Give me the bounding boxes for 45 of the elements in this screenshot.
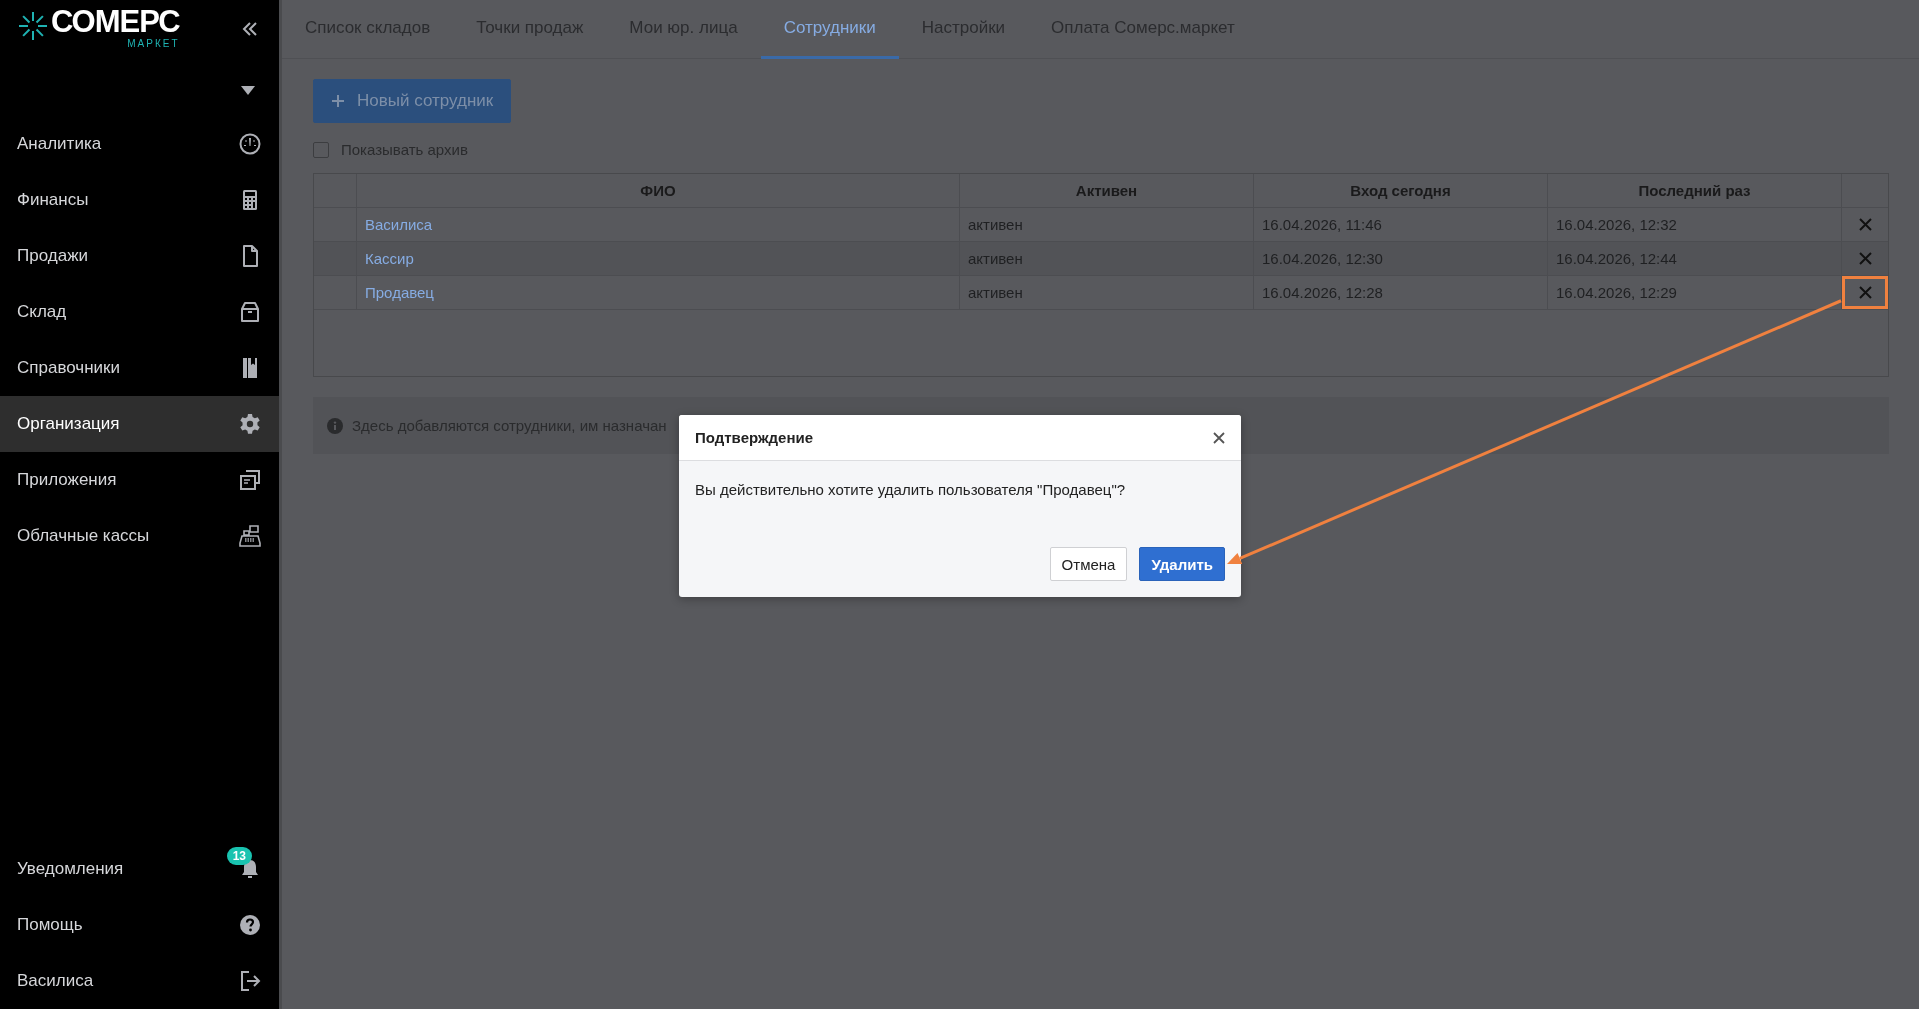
collapse-icon[interactable] xyxy=(241,20,259,38)
sidebar-item[interactable]: Финансы xyxy=(0,172,279,228)
table-cell: активен xyxy=(959,276,1253,309)
dialog-message: Вы действительно хотите удалить пользователя "Продавец"? xyxy=(694,480,1127,500)
table-cell: 16.04.2026, 11:46 xyxy=(1253,208,1547,241)
column-header: Активен xyxy=(959,174,1253,207)
sidebar-item[interactable]: Организация xyxy=(0,396,279,452)
dropdown-caret-icon[interactable] xyxy=(241,86,255,95)
table-cell: 16.04.2026, 12:28 xyxy=(1253,276,1547,309)
delete-icon[interactable] xyxy=(1858,252,1872,265)
sidebar-item[interactable]: Василиса xyxy=(0,953,279,1009)
sidebar-item[interactable]: Уведомления 13 xyxy=(0,841,279,897)
help-icon xyxy=(238,913,262,937)
plus-icon xyxy=(331,94,345,108)
gear-icon xyxy=(238,412,262,436)
sidebar-item[interactable]: Облачные кассы xyxy=(0,508,279,564)
logo-subtitle: МАРКЕТ xyxy=(127,38,180,49)
sidebar-item[interactable]: Помощь xyxy=(0,897,279,953)
notification-badge: 13 xyxy=(226,847,252,865)
windows-icon xyxy=(238,468,262,492)
table-cell: 16.04.2026, 12:32 xyxy=(1547,208,1841,241)
sidebar-item[interactable]: Склад xyxy=(0,284,279,340)
column-header: Вход сегодня xyxy=(1253,174,1547,207)
delete-icon[interactable] xyxy=(1858,286,1872,299)
column-header: ФИО xyxy=(356,174,959,207)
checkbox[interactable] xyxy=(313,141,329,158)
sidebar-item[interactable]: Аналитика xyxy=(0,116,279,172)
sidebar-item[interactable]: Приложения xyxy=(0,452,279,508)
table-cell: активен xyxy=(959,208,1253,241)
logout-icon xyxy=(238,969,262,993)
dialog-title: Подтверждение xyxy=(695,429,814,446)
logo-wordmark: СОМЕРС xyxy=(51,6,180,38)
column-header: Последний раз xyxy=(1547,174,1841,207)
info-icon xyxy=(327,417,343,434)
sidebar-item[interactable]: Продажи xyxy=(0,228,279,284)
sidebar-item[interactable]: Справочники xyxy=(0,340,279,396)
gauge-icon xyxy=(238,132,262,156)
box-icon xyxy=(238,300,262,324)
close-icon[interactable] xyxy=(1213,431,1225,444)
delete-button[interactable]: Удалить xyxy=(1139,547,1225,581)
cash-register-icon xyxy=(238,524,262,548)
table-cell: 16.04.2026, 12:29 xyxy=(1547,276,1841,309)
sparkle-icon xyxy=(17,10,49,42)
delete-icon[interactable] xyxy=(1858,218,1872,231)
cancel-button[interactable]: Отмена xyxy=(1049,547,1128,581)
